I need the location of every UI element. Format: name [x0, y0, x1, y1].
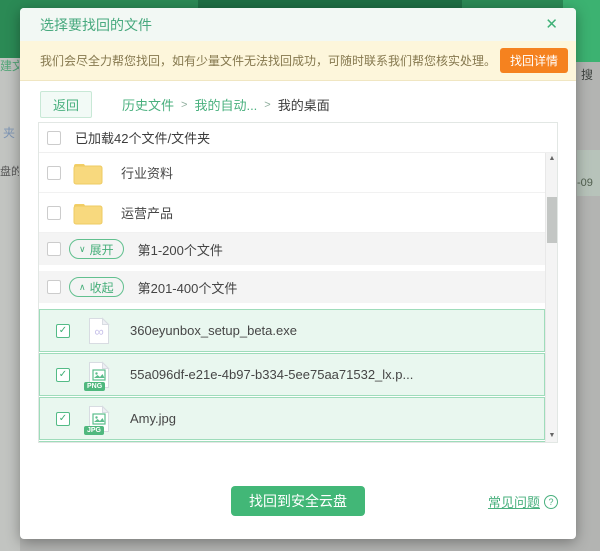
- dialog-titlebar: 选择要找回的文件 ✕: [20, 8, 576, 41]
- image-file-icon: JPG: [88, 405, 112, 433]
- back-button[interactable]: 返回: [40, 91, 92, 118]
- row-checkbox[interactable]: ✓: [56, 412, 70, 426]
- row-checkbox[interactable]: [47, 206, 61, 220]
- file-rows: 行业资料运营产品 ∨ 展开 第1-200个文件 ∧ 收起 第201-400个文件 ✓ ∞ 360e…: [39, 153, 545, 442]
- screen: 建文 夹 盘的文 搜 -09 选择要找回的文件 ✕ 我们会尽全力帮您找回，如有少…: [0, 0, 600, 551]
- row-checkbox[interactable]: [47, 280, 61, 294]
- row-label: 360eyunbox_setup_beta.exe: [130, 323, 297, 338]
- breadcrumb: 历史文件 > 我的自动... > 我的桌面: [122, 95, 330, 114]
- row-label: 行业资料: [121, 163, 173, 182]
- file-list-box: 已加载42个文件/文件夹 行业资料运营产品 ∨ 展开 第1-200个文件 ∧ 收起 第201…: [38, 122, 558, 443]
- exe-file-icon: ∞: [88, 317, 112, 345]
- chevron-up-icon: ∧: [79, 283, 86, 292]
- folder-icon: [73, 161, 103, 185]
- help-icon: ?: [544, 495, 558, 509]
- select-all-checkbox[interactable]: [47, 131, 61, 145]
- row-checkbox[interactable]: ✓: [56, 324, 70, 338]
- faq-link[interactable]: 常见问题 ?: [488, 492, 558, 511]
- group-row[interactable]: ∧ 收起 第201-400个文件: [39, 271, 545, 303]
- breadcrumb-history-files[interactable]: 历史文件: [122, 95, 174, 114]
- recover-files-dialog: 选择要找回的文件 ✕ 我们会尽全力帮您找回，如有少量文件无法找回成功，可随时联系…: [20, 8, 576, 539]
- dialog-footer: 找回到安全云盘 常见问题 ?: [20, 443, 576, 539]
- bg-text-fragment: 搜: [581, 66, 600, 83]
- notice-text: 我们会尽全力帮您找回，如有少量文件无法找回成功，可随时联系我们帮您核实处理。: [40, 52, 496, 69]
- row-label: Amy.jpg: [130, 411, 176, 426]
- recover-to-cloud-button[interactable]: 找回到安全云盘: [231, 486, 365, 516]
- loaded-count-label: 已加载42个文件/文件夹: [75, 128, 210, 147]
- row-checkbox[interactable]: [47, 242, 61, 256]
- scroll-up-icon[interactable]: ▲: [546, 153, 557, 165]
- recover-details-button[interactable]: 找回详情: [500, 48, 568, 73]
- row-label: 第201-400个文件: [138, 278, 238, 297]
- close-icon[interactable]: ✕: [545, 17, 558, 32]
- group-row[interactable]: ∨ 展开 第1-200个文件: [39, 233, 545, 265]
- scroll-down-icon[interactable]: ▼: [546, 430, 557, 442]
- breadcrumb-my-desktop: 我的桌面: [278, 95, 330, 114]
- list-header-row: 已加载42个文件/文件夹: [39, 123, 557, 153]
- bg-text-fragment: -09: [577, 177, 600, 189]
- chevron-down-icon: ∨: [79, 245, 86, 254]
- pill-label: 收起: [90, 279, 114, 296]
- folder-row[interactable]: 运营产品: [39, 193, 545, 233]
- collapse-pill-button[interactable]: ∧ 收起: [69, 277, 124, 297]
- row-label: 55a096df-e21e-4b97-b334-5ee75aa71532_lx.…: [130, 367, 413, 382]
- file-row[interactable]: ✓ JPG Amy.jpg: [39, 397, 545, 440]
- breadcrumb-my-auto[interactable]: 我的自动...: [194, 95, 257, 114]
- bg-text-fragment: 夹: [3, 124, 18, 141]
- bg-text-fragment: 建文: [0, 57, 19, 74]
- svg-text:∞: ∞: [94, 324, 103, 339]
- file-type-badge: PNG: [84, 382, 105, 391]
- pill-label: 展开: [90, 241, 114, 258]
- file-type-badge: JPG: [84, 426, 104, 435]
- bg-text-fragment: 盘的文: [0, 163, 19, 179]
- scroll-area: 行业资料运营产品 ∨ 展开 第1-200个文件 ∧ 收起 第201-400个文件 ✓ ∞ 360e…: [39, 153, 557, 442]
- image-file-icon: PNG: [88, 361, 112, 389]
- breadcrumb-separator: >: [264, 99, 270, 111]
- row-checkbox[interactable]: [47, 166, 61, 180]
- file-row[interactable]: ✓ ∞ 360eyunbox_setup_beta.exe: [39, 309, 545, 352]
- expand-pill-button[interactable]: ∨ 展开: [69, 239, 124, 259]
- row-label: 运营产品: [121, 203, 173, 222]
- row-label: 第1-200个文件: [138, 240, 223, 259]
- file-row[interactable]: ✓: [39, 441, 545, 442]
- breadcrumb-separator: >: [181, 99, 187, 111]
- dialog-title: 选择要找回的文件: [40, 15, 152, 35]
- folder-row[interactable]: 行业资料: [39, 153, 545, 193]
- scrollbar[interactable]: ▲ ▼: [545, 153, 557, 442]
- scrollbar-thumb[interactable]: [547, 197, 557, 243]
- background-row-band: [577, 150, 600, 196]
- notice-bar: 我们会尽全力帮您找回，如有少量文件无法找回成功，可随时联系我们帮您核实处理。 找…: [20, 41, 576, 81]
- folder-icon: [73, 201, 103, 225]
- faq-label[interactable]: 常见问题: [488, 492, 540, 511]
- toolbar: 返回 历史文件 > 我的自动... > 我的桌面: [20, 81, 576, 122]
- file-row[interactable]: ✓ PNG 55a096df-e21e-4b97-b334-5ee75aa71532…: [39, 353, 545, 396]
- row-checkbox[interactable]: ✓: [56, 368, 70, 382]
